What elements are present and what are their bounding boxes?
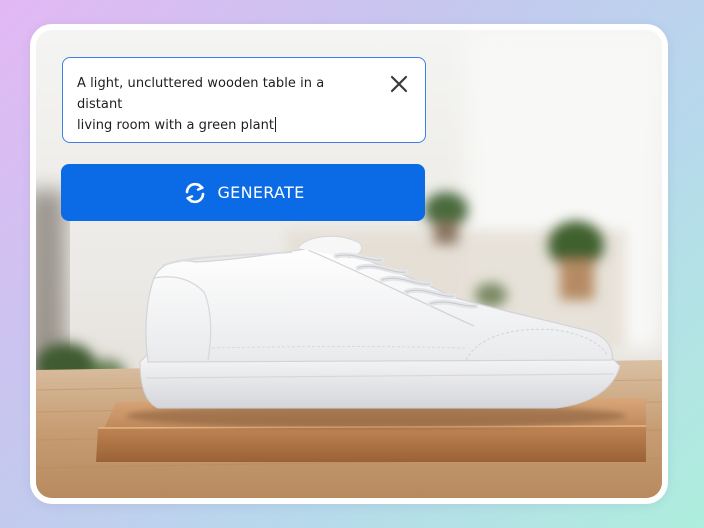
prompt-input-text[interactable]: A light, uncluttered wooden table in a d… bbox=[77, 73, 373, 136]
prompt-line-1: A light, uncluttered wooden table in a d… bbox=[77, 76, 325, 112]
text-caret bbox=[275, 117, 277, 132]
generate-button[interactable]: GENERATE bbox=[61, 164, 425, 221]
prompt-line-2: living room with a green plant bbox=[77, 118, 275, 133]
refresh-arrows-icon bbox=[181, 179, 209, 207]
close-icon bbox=[390, 75, 408, 93]
prompt-input[interactable]: A light, uncluttered wooden table in a d… bbox=[62, 57, 426, 143]
generate-button-label: GENERATE bbox=[217, 183, 305, 202]
clear-prompt-button[interactable] bbox=[385, 70, 413, 98]
